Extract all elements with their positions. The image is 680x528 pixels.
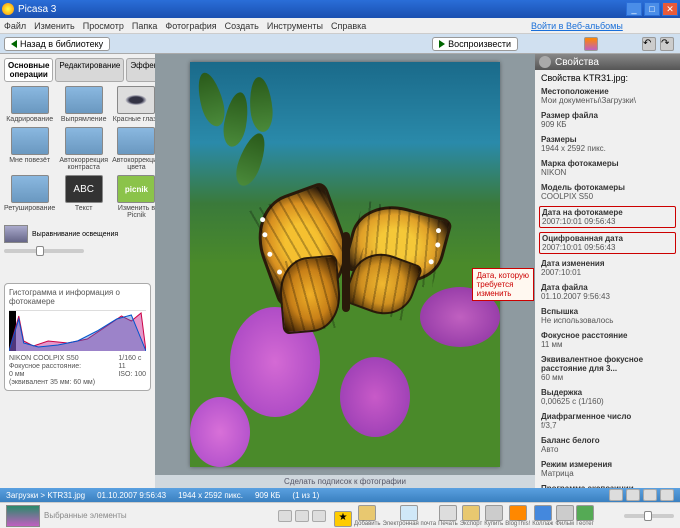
prop-camera-date: Дата на фотокамере2007:10:01 09:56:43 xyxy=(539,206,676,228)
bottom-toolbar: Выбранные элементы ★ Добавить Электронна… xyxy=(0,502,680,528)
menu-file[interactable]: Файл xyxy=(4,21,26,31)
status-count: (1 из 1) xyxy=(292,491,319,500)
photo-preview[interactable] xyxy=(190,62,500,467)
app-title: Picasa 3 xyxy=(18,4,56,15)
fill-light-slider[interactable] xyxy=(4,249,84,253)
rotate-right-icon[interactable]: ↷ xyxy=(660,37,674,51)
tool-retouch[interactable]: Ретуширование xyxy=(4,175,55,219)
statusbar: Загрузки > KTR31.jpg 01.10.2007 9:56:43 … xyxy=(0,488,680,502)
tool-crop[interactable]: Кадрирование xyxy=(4,86,55,123)
status-file: Загрузки > KTR31.jpg xyxy=(6,491,85,500)
menu-help[interactable]: Справка xyxy=(331,21,366,31)
status-icon-3[interactable] xyxy=(643,489,657,501)
hist-equiv: (эквивалент 35 мм: 60 мм) xyxy=(9,379,146,386)
tool-text[interactable]: ABCТекст xyxy=(59,175,108,219)
print-button[interactable]: Печать xyxy=(438,505,458,527)
left-panel: Основные операции Редактирование Эффекты… xyxy=(0,54,155,488)
play-icon xyxy=(439,40,445,48)
back-arrow-icon xyxy=(11,40,17,48)
maximize-button[interactable]: □ xyxy=(644,2,660,16)
rotate-left-icon[interactable]: ↶ xyxy=(642,37,656,51)
menu-edit[interactable]: Изменить xyxy=(34,21,75,31)
info-icon xyxy=(539,56,551,68)
status-dims: 1944 x 2592 пикс. xyxy=(178,491,243,500)
collage-button[interactable]: Коллаж xyxy=(532,505,553,527)
thumb-icon[interactable] xyxy=(584,37,598,51)
prop-digitized-date: Оцифрованная дата2007:10:01 09:56:43 xyxy=(539,232,676,254)
fill-light-icon xyxy=(4,225,28,243)
tool-contrast[interactable]: Автокоррекция контраста xyxy=(59,127,108,171)
status-icon-2[interactable] xyxy=(626,489,640,501)
hist-focal-k: Фокусное расстояние: xyxy=(9,363,114,370)
export-button[interactable]: Экспорт xyxy=(460,505,483,527)
tab-basic[interactable]: Основные операции xyxy=(4,58,53,82)
star-button[interactable]: ★ xyxy=(334,511,352,527)
tool-picnik[interactable]: picnikИзменить в Picnik xyxy=(112,175,155,219)
tool-color[interactable]: Автокоррекция цвета xyxy=(112,127,155,171)
tool-straighten[interactable]: Выпрямление xyxy=(59,86,108,123)
minimize-button[interactable]: _ xyxy=(626,2,642,16)
hist-iso: ISO: 100 xyxy=(118,371,146,378)
app-logo-icon xyxy=(2,3,14,15)
photo-caption[interactable]: Сделать подписок к фотографии xyxy=(155,475,535,488)
close-button[interactable]: ✕ xyxy=(662,2,678,16)
film-button[interactable]: Фильм xyxy=(555,505,574,527)
hold-icon[interactable] xyxy=(278,510,292,522)
properties-filename: Свойства KTR31.jpg: xyxy=(535,70,680,86)
status-size: 909 КБ xyxy=(255,491,280,500)
menu-tools[interactable]: Инструменты xyxy=(267,21,323,31)
shop-button[interactable]: Купить xyxy=(484,505,503,527)
menu-folder[interactable]: Папка xyxy=(132,21,158,31)
menu-create[interactable]: Создать xyxy=(225,21,259,31)
clear-icon[interactable] xyxy=(295,510,309,522)
histogram-title: Гистограмма и информация о фотокамере xyxy=(9,288,146,311)
back-button[interactable]: Назад в библиотеку xyxy=(4,37,110,51)
hist-camera: NIKON COOLPIX S50 xyxy=(9,355,114,362)
menu-photo[interactable]: Фотография xyxy=(165,21,216,31)
tool-redeye[interactable]: Красные глаза xyxy=(112,86,155,123)
status-date: 01.10.2007 9:56:43 xyxy=(97,491,166,500)
geotag-button[interactable]: Геотег xyxy=(576,505,594,527)
tag-icon[interactable] xyxy=(312,510,326,522)
blog-button[interactable]: BlogThis! xyxy=(505,505,530,527)
hist-shutter: 1/160 с xyxy=(118,355,146,362)
status-icon-1[interactable] xyxy=(609,489,623,501)
histogram-graph xyxy=(9,311,146,351)
annotation-callout: Дата, которуютребуетсяизменить xyxy=(472,268,534,301)
properties-panel: Свойства Свойства KTR31.jpg: Местоположе… xyxy=(535,54,680,488)
signin-link[interactable]: Войти в Веб-альбомы xyxy=(531,21,676,31)
tab-effects[interactable]: Эффекты xyxy=(126,58,155,82)
tab-edit[interactable]: Редактирование xyxy=(55,58,124,82)
menubar: Файл Изменить Просмотр Папка Фотография … xyxy=(0,18,680,34)
play-button[interactable]: Воспроизвести xyxy=(432,37,518,51)
fill-light-label: Выравнивание освещения xyxy=(32,231,151,238)
toolbar: Назад в библиотеку Воспроизвести ↶ ↷ xyxy=(0,34,680,54)
histogram-panel: Гистограмма и информация о фотокамере NI… xyxy=(4,283,151,391)
tool-lucky[interactable]: Мне повезёт xyxy=(4,127,55,171)
tray-thumbnail[interactable] xyxy=(6,505,40,527)
zoom-slider[interactable] xyxy=(624,514,674,518)
add-button[interactable]: Добавить xyxy=(354,505,381,527)
tray-label: Выбранные элементы xyxy=(44,511,127,520)
titlebar: Picasa 3 _ □ ✕ xyxy=(0,0,680,18)
hist-focal-v: 11 xyxy=(118,363,146,370)
email-button[interactable]: Электронная почта xyxy=(383,505,437,527)
menu-view[interactable]: Просмотр xyxy=(83,21,124,31)
status-icon-4[interactable] xyxy=(660,489,674,501)
properties-header: Свойства xyxy=(535,54,680,70)
hist-flash: 0 мм xyxy=(9,371,114,378)
